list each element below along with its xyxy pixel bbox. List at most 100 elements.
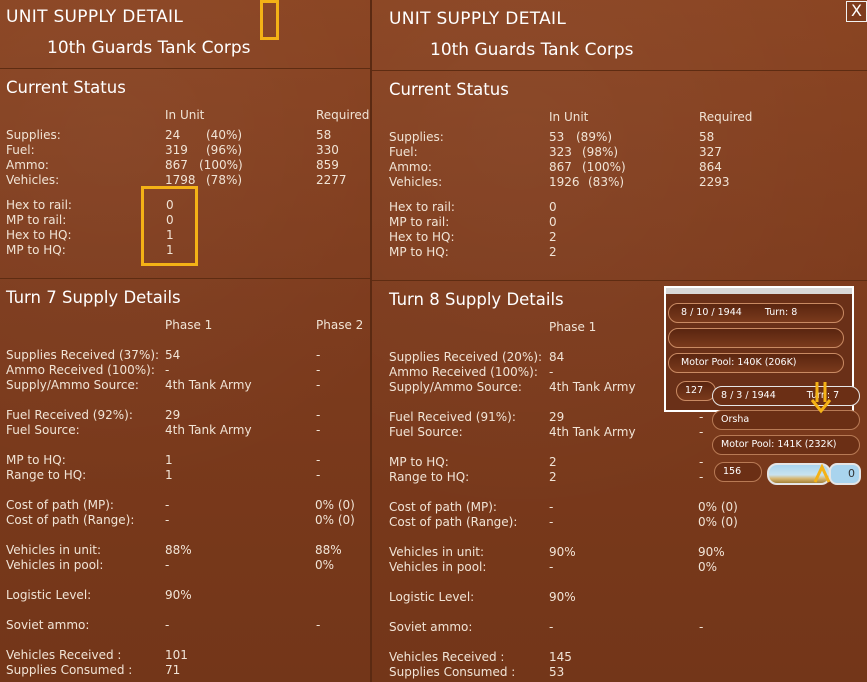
dist-val: 2 (549, 230, 557, 244)
empty-pill (668, 328, 844, 348)
detail-label: Ammo Received (100%): (6, 363, 155, 377)
detail-p2: - (699, 620, 704, 634)
row-pct: (83%) (588, 175, 625, 189)
detail-p1: 4th Tank Army (549, 425, 636, 439)
detail-p1: 88% (165, 543, 192, 557)
detail-label: Supplies Received (20%): (389, 350, 543, 364)
detail-p1: - (549, 500, 554, 514)
close-button[interactable]: X (846, 1, 867, 22)
detail-p1: 90% (549, 590, 576, 604)
detail-p1: 29 (549, 410, 565, 424)
detail-label: Logistic Level: (389, 590, 475, 604)
detail-label: Vehicles Received : (389, 650, 505, 664)
detail-p1: 2 (549, 470, 557, 484)
detail-label: Vehicles Received : (6, 648, 122, 662)
detail-p2: - (316, 363, 321, 377)
detail-p2: 0% (698, 560, 718, 574)
date-pill-turn-8: 8 / 10 / 1944 Turn: 8 (668, 303, 844, 323)
row-label: Fuel: (6, 143, 35, 157)
left-supply-panel: UNIT SUPPLY DETAIL 10th Guards Tank Corp… (0, 0, 370, 682)
row-pct: (100%) (582, 160, 626, 174)
detail-p2: 88% (315, 543, 342, 557)
detail-p1: 4th Tank Army (165, 378, 252, 392)
detail-p1: 90% (165, 588, 192, 602)
turn-details-heading: Turn 7 Supply Details (6, 288, 181, 307)
row-label: Vehicles: (389, 175, 443, 189)
row-label: Supplies: (389, 130, 444, 144)
detail-p1: 54 (165, 348, 181, 362)
detail-p1: 4th Tank Army (165, 423, 252, 437)
dist-label: Hex to HQ: (6, 228, 72, 242)
row-pct: (89%) (576, 130, 613, 144)
col-required: Required (699, 110, 753, 124)
detail-p1: 84 (549, 350, 565, 364)
highlight-box (141, 186, 198, 266)
detail-p2: - (316, 453, 321, 467)
inset-strip (666, 288, 852, 294)
detail-p1: - (165, 618, 170, 632)
detail-p2: - (699, 410, 704, 424)
row-in: 53 (549, 130, 565, 144)
detail-label: Fuel Source: (389, 425, 463, 439)
row-req: 327 (699, 145, 722, 159)
col-in-unit: In Unit (549, 110, 589, 124)
detail-label: Supplies Received (37%): (6, 348, 160, 362)
turn-text: Turn: 8 (764, 307, 798, 318)
row-req: 864 (699, 160, 722, 174)
detail-p1: 71 (165, 663, 181, 677)
date-pill-turn-7: 8 / 3 / 1944 Turn: 7 (712, 386, 860, 406)
detail-label: MP to HQ: (6, 453, 66, 467)
detail-label: Ammo Received (100%): (389, 365, 538, 379)
detail-p2: 0% (0) (698, 500, 738, 514)
detail-label: Fuel Received (92%): (6, 408, 133, 422)
detail-label: Cost of path (MP): (389, 500, 497, 514)
row-label: Vehicles: (6, 173, 60, 187)
detail-p1: - (549, 515, 554, 529)
detail-p1: 29 (165, 408, 181, 422)
row-pct: (100%) (199, 158, 243, 172)
detail-label: MP to HQ: (389, 455, 449, 469)
location-pill: Orsha (712, 410, 860, 430)
detail-p2: - (316, 348, 321, 362)
row-label: Ammo: (6, 158, 49, 172)
down-arrow-icon (810, 382, 832, 414)
row-req: 58 (699, 130, 715, 144)
phase1-heading: Phase 1 (549, 320, 597, 334)
detail-p2: - (316, 408, 321, 422)
dist-val: 0 (549, 200, 557, 214)
number-button[interactable]: 0 (829, 463, 861, 485)
detail-p2: 90% (698, 545, 725, 559)
detail-p2: - (316, 378, 321, 392)
motor-pool-pill-turn-7: Motor Pool: 141K (232K) (712, 435, 860, 455)
detail-p1: - (549, 560, 554, 574)
unit-name: 10th Guards Tank Corps (430, 40, 634, 60)
row-in: 867 (165, 158, 188, 172)
phase1-heading: Phase 1 (165, 318, 213, 332)
current-status-heading: Current Status (6, 78, 126, 97)
detail-p2: 0% (0) (315, 498, 355, 512)
row-req: 2277 (316, 173, 347, 187)
row-req: 330 (316, 143, 339, 157)
row-req: 2293 (699, 175, 730, 189)
detail-label: Supplies Consumed : (389, 665, 516, 679)
count-pill-turn-7: 156 (714, 462, 762, 482)
dist-label: Hex to rail: (389, 200, 455, 214)
detail-label: Vehicles in pool: (6, 558, 104, 572)
row-in: 867 (549, 160, 572, 174)
detail-p1: - (165, 513, 170, 527)
row-pct: (98%) (582, 145, 619, 159)
detail-p2: - (699, 425, 704, 439)
detail-p1: 53 (549, 665, 565, 679)
detail-label: Fuel Received (91%): (389, 410, 516, 424)
col-required: Required (316, 108, 370, 122)
row-in: 1926 (549, 175, 580, 189)
detail-p1: - (165, 363, 170, 377)
dist-label: MP to rail: (6, 213, 67, 227)
detail-p2: - (699, 470, 704, 484)
detail-p2: - (316, 618, 321, 632)
dist-val: 0 (549, 215, 557, 229)
unit-name: 10th Guards Tank Corps (47, 38, 251, 58)
current-status-heading: Current Status (389, 80, 509, 99)
panel-title: UNIT SUPPLY DETAIL (6, 7, 184, 27)
detail-label: Supply/Ammo Source: (6, 378, 139, 392)
